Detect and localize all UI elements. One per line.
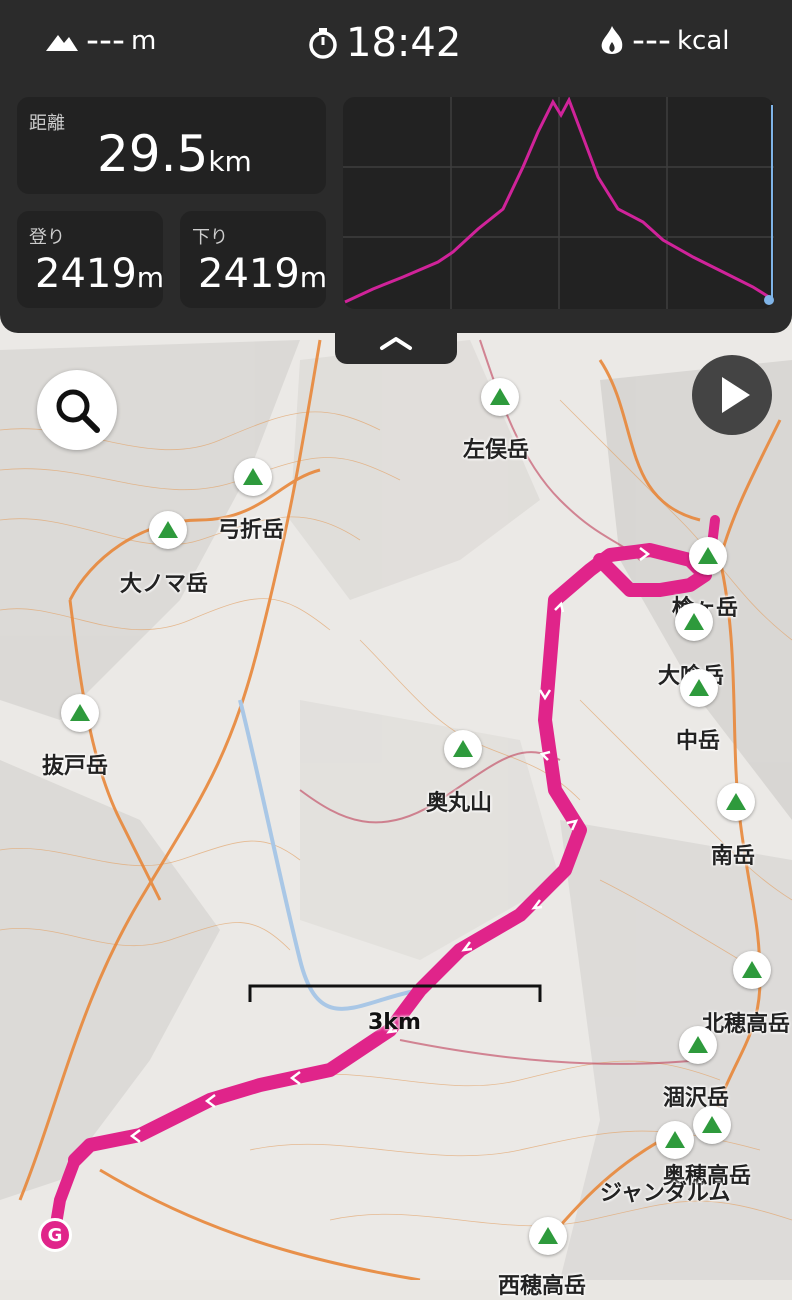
peak-marker[interactable] — [61, 694, 99, 732]
mountain-icon — [689, 679, 709, 696]
peak-marker[interactable] — [733, 951, 771, 989]
mountain-icon — [158, 521, 178, 538]
descent-card: 下り 2419m — [180, 211, 327, 308]
goal-marker-label: G — [47, 1224, 63, 1246]
mountain-icon — [702, 1116, 722, 1133]
mountain-icon — [243, 468, 263, 485]
peak-marker[interactable] — [675, 603, 713, 641]
ascent-value-wrap: 2419m — [35, 251, 164, 297]
peak-marker[interactable] — [680, 669, 718, 707]
peak-marker[interactable] — [444, 730, 482, 768]
stopwatch-icon — [309, 28, 337, 59]
calories-value: --- — [632, 20, 671, 61]
distance-unit: km — [208, 145, 252, 178]
mountain-icon — [538, 1227, 558, 1244]
mountain-icon — [490, 388, 510, 405]
distance-label: 距離 — [29, 113, 65, 134]
flame-icon — [601, 25, 623, 54]
scale-label: 3km — [368, 1010, 421, 1035]
descent-label: 下り — [192, 227, 228, 248]
mountain-icon — [726, 793, 746, 810]
mountain-icon — [453, 740, 473, 757]
descent-value: 2419 — [198, 251, 300, 297]
search-icon — [56, 389, 100, 433]
mountain-icon — [684, 613, 704, 630]
mountain-icon — [70, 704, 90, 721]
peak-label: 西穂高岳 — [498, 1274, 587, 1299]
distance-card: 距離 29.5km — [17, 97, 326, 194]
peak-marker[interactable] — [689, 537, 727, 575]
peak-label: ジャンダルム — [600, 1181, 731, 1206]
peak-marker[interactable] — [656, 1121, 694, 1159]
mountain-icon — [46, 34, 78, 51]
chevron-up-icon — [380, 337, 412, 350]
elevation-profile-chart[interactable] — [343, 97, 774, 309]
elapsed-time: 18:42 — [306, 20, 461, 66]
mountain-icon — [742, 961, 762, 978]
peak-label: 中岳 — [676, 729, 721, 754]
peak-marker[interactable] — [693, 1106, 731, 1144]
collapse-panel-button[interactable] — [335, 330, 457, 364]
ascent-label: 登り — [29, 227, 65, 248]
stats-panel: --- m 18:42 --- kcal 距離 29.5km 登り 2419m 下り… — [0, 0, 792, 333]
search-button[interactable] — [37, 370, 117, 450]
calories-unit: kcal — [676, 25, 730, 56]
peak-label: 抜戸岳 — [42, 754, 109, 779]
distance-value: 29.5 — [97, 125, 209, 183]
peak-marker[interactable] — [717, 783, 755, 821]
peak-label: 南岳 — [711, 844, 756, 869]
peak-label: 左俣岳 — [463, 438, 530, 463]
calories-readout: --- kcal — [598, 20, 730, 61]
ascent-card: 登り 2419m — [17, 211, 164, 308]
ascent-unit: m — [136, 261, 165, 294]
distance-value-wrap: 29.5km — [97, 125, 252, 183]
descent-unit: m — [299, 261, 328, 294]
peak-marker[interactable] — [481, 378, 519, 416]
play-icon — [722, 377, 750, 413]
mountain-icon — [688, 1036, 708, 1053]
elevation-value: --- — [86, 20, 125, 61]
peak-label: 弓折岳 — [218, 518, 285, 543]
peak-marker[interactable] — [679, 1026, 717, 1064]
ascent-value: 2419 — [35, 251, 137, 297]
elevation-readout: --- m — [44, 20, 156, 61]
peak-label: 奥丸山 — [426, 791, 493, 816]
mountain-icon — [665, 1131, 685, 1148]
peak-marker[interactable] — [149, 511, 187, 549]
peak-marker[interactable] — [234, 458, 272, 496]
peak-label: 大ノマ岳 — [120, 572, 209, 597]
time-value: 18:42 — [346, 20, 462, 66]
goal-marker[interactable]: G — [38, 1218, 72, 1252]
play-button[interactable] — [692, 355, 772, 435]
mountain-icon — [698, 547, 718, 564]
elevation-unit: m — [130, 25, 157, 56]
descent-value-wrap: 2419m — [198, 251, 327, 297]
peak-marker[interactable] — [529, 1217, 567, 1255]
